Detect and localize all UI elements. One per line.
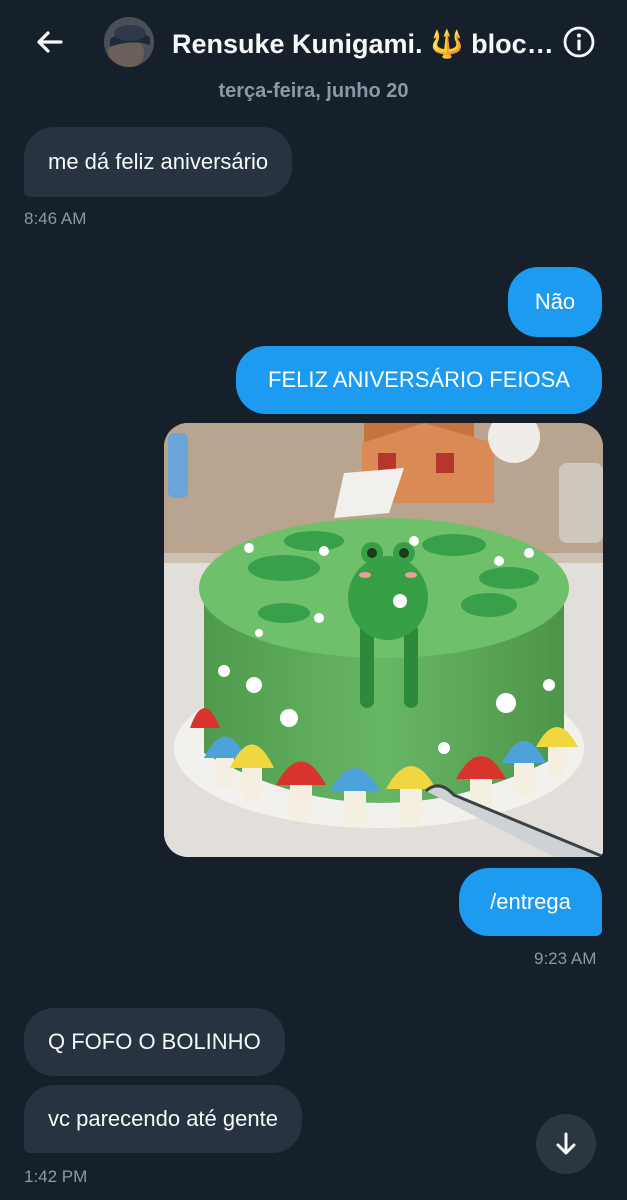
arrow-left-icon [37,31,63,53]
message-bubble-outgoing[interactable]: /entrega [459,868,602,936]
info-circle-icon [563,26,595,58]
message-bubble-incoming[interactable]: vc parecendo até gente [24,1085,302,1153]
avatar-image [104,17,154,67]
scroll-to-bottom-button[interactable] [536,1114,596,1174]
cake-photo [164,423,603,857]
message-bubble-outgoing[interactable]: Não [508,267,602,337]
message-timestamp: 9:23 AM [534,949,597,968]
info-button[interactable] [562,25,596,59]
message-timestamp: 8:46 AM [24,209,87,228]
message-bubble-incoming[interactable]: Q FOFO O BOLINHO [24,1008,285,1076]
message-image-cake[interactable] [164,423,603,857]
back-button[interactable] [30,22,70,62]
avatar[interactable] [104,17,154,67]
conversation-header: Rensuke Kunigami. 🔱 block ... [0,0,627,88]
message-bubble-incoming[interactable]: me dá feliz aniversário [24,127,293,197]
dm-conversation-screen: Rensuke Kunigami. 🔱 block ... terça-feir… [0,0,627,1200]
message-bubble-outgoing[interactable]: FELIZ ANIVERSÁRIO FEIOSA [236,346,602,414]
conversation-title[interactable]: Rensuke Kunigami. 🔱 block ... [172,28,557,60]
arrow-down-icon [556,1132,576,1155]
date-separator: terça-feira, junho 20 [218,80,409,102]
message-timestamp: 1:42 PM [24,1167,88,1186]
